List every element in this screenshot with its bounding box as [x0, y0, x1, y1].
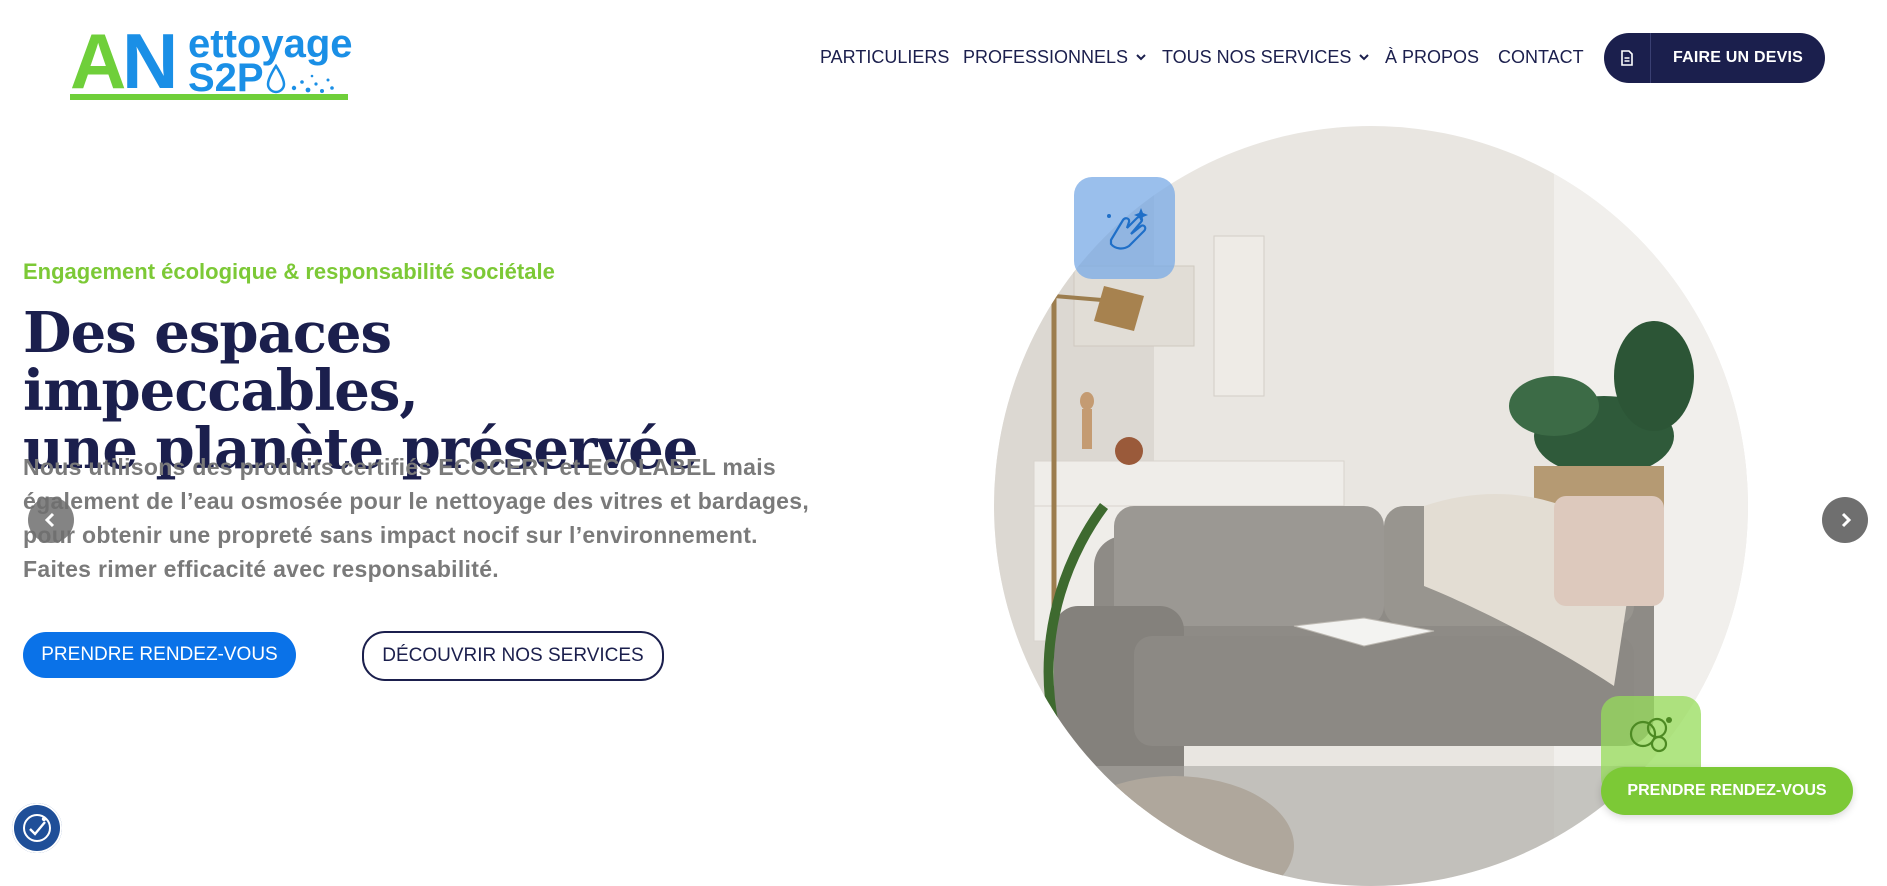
hero-description: Nous utilisons des produits certifiés EC…: [23, 454, 810, 582]
logo-letter-a: A: [70, 17, 126, 105]
carousel-next-button[interactable]: [1822, 497, 1868, 543]
chevron-down-icon: [1136, 54, 1146, 61]
chevron-down-icon: [1359, 54, 1370, 61]
hero-title-line-1: Des espaces impeccables,: [23, 300, 419, 424]
nav-label: PROFESSIONNELS: [963, 47, 1129, 67]
prendre-rendez-vous-button[interactable]: PRENDRE RENDEZ-VOUS: [23, 632, 296, 678]
faire-un-devis-label: FAIRE UN DEVIS: [1673, 49, 1803, 66]
nav-item-a-propos[interactable]: À PROPOS: [1385, 46, 1479, 68]
decouvrir-nos-services-button[interactable]: DÉCOUVRIR NOS SERVICES: [362, 631, 664, 681]
document-icon: [1604, 33, 1651, 83]
hero-eyebrow: Engagement écologique & responsabilité s…: [23, 259, 555, 284]
logo-word-s2p: S2P: [188, 56, 264, 100]
logo-underline: [70, 94, 348, 100]
floating-prendre-rendez-vous-button[interactable]: PRENDRE RENDEZ-VOUS: [1601, 767, 1853, 815]
faire-un-devis-button[interactable]: FAIRE UN DEVIS: [1604, 33, 1825, 83]
site-logo[interactable]: A N ettoyage S2P: [70, 17, 353, 105]
chevron-left-icon: [44, 512, 55, 528]
carousel-prev-button[interactable]: [28, 497, 74, 543]
chevron-right-icon: [1841, 512, 1852, 528]
hand-wash-badge-icon: [1074, 177, 1175, 279]
accessibility-icon: [23, 814, 51, 842]
nav-item-tous-nos-services[interactable]: TOUS NOS SERVICES: [1162, 46, 1371, 68]
nav-label: PARTICULIERS: [820, 47, 950, 67]
logo-letter-n: N: [122, 17, 178, 105]
nav-item-contact[interactable]: CONTACT: [1498, 46, 1584, 68]
nav-item-particuliers[interactable]: PARTICULIERS: [820, 46, 949, 68]
water-drop-icon: [266, 63, 334, 94]
nav-label: CONTACT: [1498, 47, 1584, 67]
nav-label: TOUS NOS SERVICES: [1162, 47, 1352, 67]
accessibility-button[interactable]: [12, 803, 62, 853]
nav-item-professionnels[interactable]: PROFESSIONNELS: [963, 46, 1148, 68]
nav-label: À PROPOS: [1385, 47, 1480, 67]
